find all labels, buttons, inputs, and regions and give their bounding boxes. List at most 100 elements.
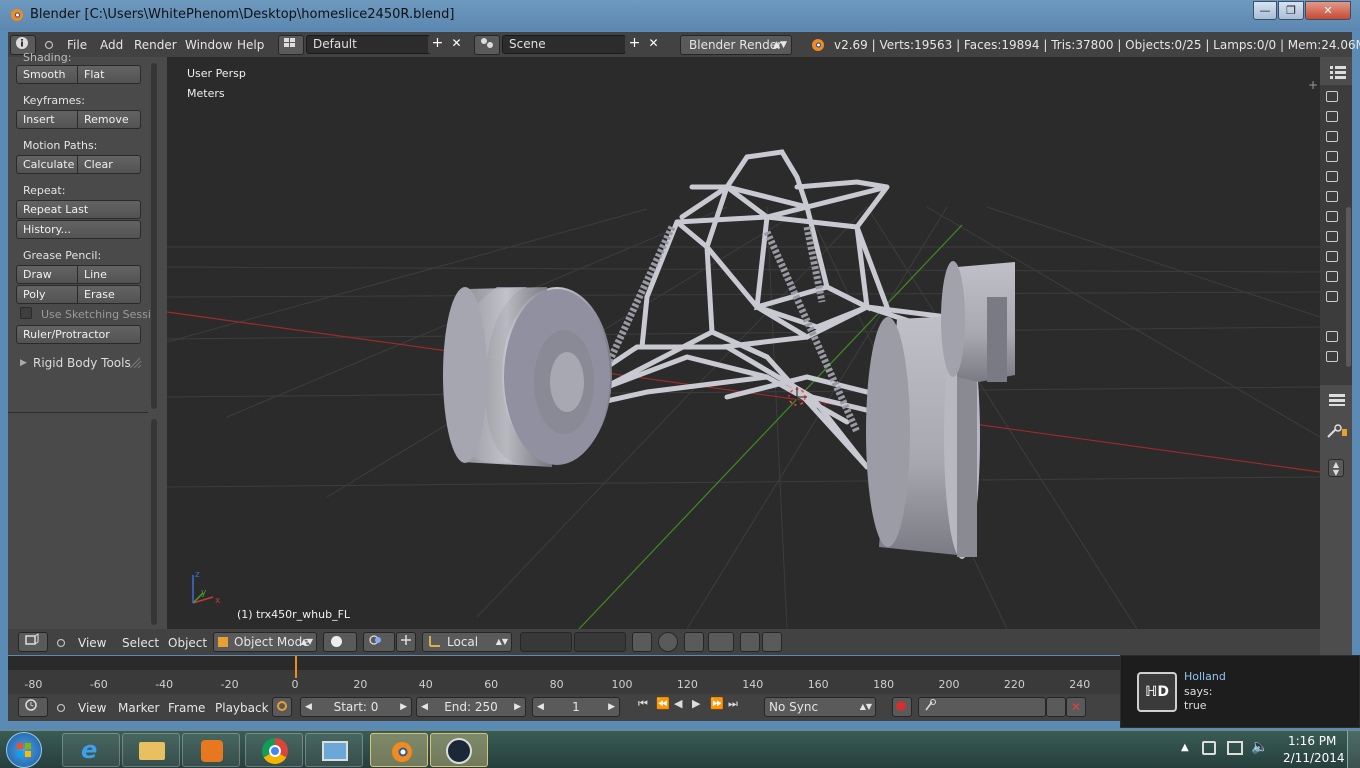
ruler-protractor-button[interactable]: Ruler/Protractor: [16, 325, 141, 344]
calculate-button[interactable]: Calculate: [16, 155, 78, 174]
timeline-editor[interactable]: -80 -60 -40 -20 0 20 40 60 80 100 120 140 160 180 200 2…: [8, 656, 1120, 694]
poly-button[interactable]: Poly: [16, 285, 78, 304]
current-frame-field[interactable]: ◀ 1 ▶: [532, 697, 620, 717]
lock-layers-icon[interactable]: [632, 632, 652, 652]
scene-field[interactable]: Scene: [502, 35, 626, 54]
outliner-list-icon[interactable]: [1329, 65, 1347, 79]
tool-wrench-icon[interactable]: [1326, 423, 1348, 439]
scene-selector[interactable]: [474, 35, 500, 55]
opengl-render-icon[interactable]: [740, 632, 760, 652]
manipulator-toggle[interactable]: [396, 632, 416, 652]
tool-shelf-scrollbar[interactable]: [151, 63, 157, 409]
tray-expand-icon[interactable]: ▲: [1181, 742, 1189, 753]
editor-type-3d-view-button[interactable]: [18, 632, 48, 652]
end-frame-field[interactable]: ◀ End: 250 ▶: [416, 697, 526, 717]
render-visibility-icon[interactable]: [1326, 231, 1338, 242]
line-button[interactable]: Line: [77, 265, 141, 284]
remove-keyframe-button[interactable]: Remove: [77, 110, 141, 129]
play-reverse-icon[interactable]: ◀: [674, 697, 692, 710]
render-visibility-icon[interactable]: [1326, 191, 1338, 202]
render-visibility-icon[interactable]: [1326, 271, 1338, 282]
menu-window[interactable]: Window: [185, 38, 232, 52]
volume-icon[interactable]: 🔈: [1251, 739, 1268, 755]
insert-keyframe-button[interactable]: Insert: [16, 110, 78, 129]
decrement-arrow-icon[interactable]: ◀: [421, 698, 428, 716]
keying-set-field[interactable]: [918, 697, 1046, 717]
decrement-arrow-icon[interactable]: ◀: [537, 698, 544, 716]
clock-time[interactable]: 1:16 PM: [1288, 734, 1336, 748]
minimize-button[interactable]: —: [1253, 1, 1277, 20]
collapse-triangle-icon[interactable]: ▶: [20, 358, 27, 368]
history-button[interactable]: History...: [16, 220, 141, 239]
jump-start-icon[interactable]: ⏮: [638, 697, 656, 711]
increment-arrow-icon[interactable]: ▶: [400, 698, 407, 716]
render-visibility-icon[interactable]: [1326, 251, 1338, 262]
erase-button[interactable]: Erase: [77, 285, 141, 304]
render-visibility-icon[interactable]: [1326, 91, 1338, 102]
menu-view[interactable]: View: [78, 701, 106, 715]
smooth-button[interactable]: Smooth: [16, 65, 78, 84]
scene-layers-1[interactable]: [520, 632, 572, 652]
increment-arrow-icon[interactable]: ▶: [608, 698, 615, 716]
snap-element-dropdown[interactable]: [708, 632, 734, 652]
render-visibility-icon[interactable]: [1326, 131, 1338, 142]
chat-notification[interactable]: ℍD Holland says: true: [1120, 655, 1360, 728]
insert-keyframe-icon[interactable]: [1046, 697, 1066, 717]
play-icon[interactable]: ▶: [692, 697, 710, 710]
menu-view[interactable]: View: [78, 636, 106, 650]
3d-viewport[interactable]: + x y z User Persp Meters (1) trx450r_wh…: [167, 57, 1320, 629]
jump-end-icon[interactable]: ⏭: [728, 697, 746, 711]
start-frame-field[interactable]: ◀ Start: 0 ▶: [300, 697, 412, 717]
outliner-scrollbar[interactable]: [1346, 207, 1351, 367]
show-desktop-button[interactable]: [1347, 731, 1360, 768]
proportional-edit-icon[interactable]: [658, 632, 678, 652]
blender-taskbar-icon[interactable]: [370, 733, 428, 767]
menu-help[interactable]: Help: [237, 38, 264, 52]
clear-button[interactable]: Clear: [77, 155, 141, 174]
transform-orientation-dropdown[interactable]: Local ▲▼: [422, 632, 512, 652]
increment-arrow-icon[interactable]: ▶: [514, 698, 521, 716]
decrement-arrow-icon[interactable]: ◀: [305, 698, 312, 716]
repeat-last-button[interactable]: Repeat Last: [16, 200, 141, 219]
add-screen-button[interactable]: +: [428, 35, 447, 54]
action-center-flag-icon[interactable]: [1202, 741, 1216, 755]
add-scene-button[interactable]: +: [625, 35, 644, 54]
menu-render[interactable]: Render: [134, 38, 177, 52]
start-button[interactable]: [6, 732, 42, 768]
jump-keyframe-back-icon[interactable]: ⏪: [656, 697, 674, 710]
menu-collapse-icon[interactable]: [56, 703, 66, 713]
menu-marker[interactable]: Marker: [118, 701, 159, 715]
menu-playback[interactable]: Playback: [215, 701, 269, 715]
opengl-animation-icon[interactable]: [762, 632, 782, 652]
jump-keyframe-forward-icon[interactable]: ⏩: [710, 697, 728, 710]
photo-viewer-taskbar-icon[interactable]: [305, 733, 363, 767]
file-explorer-taskbar-icon[interactable]: [122, 733, 180, 767]
render-visibility-icon[interactable]: [1326, 151, 1338, 162]
maximize-button[interactable]: ❐: [1278, 1, 1304, 20]
scroll-arrows-icon[interactable]: ▲ ▼: [1328, 459, 1344, 477]
object-mode-dropdown[interactable]: Object Mode ▲▼: [213, 632, 317, 652]
current-frame-marker[interactable]: [295, 656, 297, 678]
chrome-taskbar-icon[interactable]: [245, 733, 303, 767]
menu-select[interactable]: Select: [122, 636, 159, 650]
flat-button[interactable]: Flat: [77, 65, 141, 84]
menu-collapse-icon[interactable]: [56, 638, 66, 648]
menu-object[interactable]: Object: [168, 636, 207, 650]
rigid-body-tools-panel[interactable]: Rigid Body Tools: [33, 356, 131, 370]
panel-grip-icon[interactable]: [128, 357, 142, 369]
media-player-taskbar-icon[interactable]: [182, 733, 240, 767]
delete-keyframe-icon[interactable]: ✕: [1066, 697, 1086, 717]
steam-taskbar-icon[interactable]: [430, 733, 488, 767]
menu-frame[interactable]: Frame: [168, 701, 205, 715]
screen-layout-selector[interactable]: [278, 35, 304, 55]
internet-explorer-taskbar-icon[interactable]: e: [62, 733, 120, 767]
menu-collapse-icon[interactable]: [44, 40, 54, 50]
network-icon[interactable]: [1227, 741, 1243, 755]
render-visibility-icon[interactable]: [1326, 171, 1338, 182]
draw-button[interactable]: Draw: [16, 265, 78, 284]
remove-screen-button[interactable]: ✕: [447, 35, 466, 54]
render-visibility-icon[interactable]: [1326, 291, 1338, 302]
editor-type-timeline-button[interactable]: [18, 697, 48, 717]
menu-file[interactable]: File: [67, 38, 87, 52]
render-visibility-icon[interactable]: [1326, 351, 1338, 362]
